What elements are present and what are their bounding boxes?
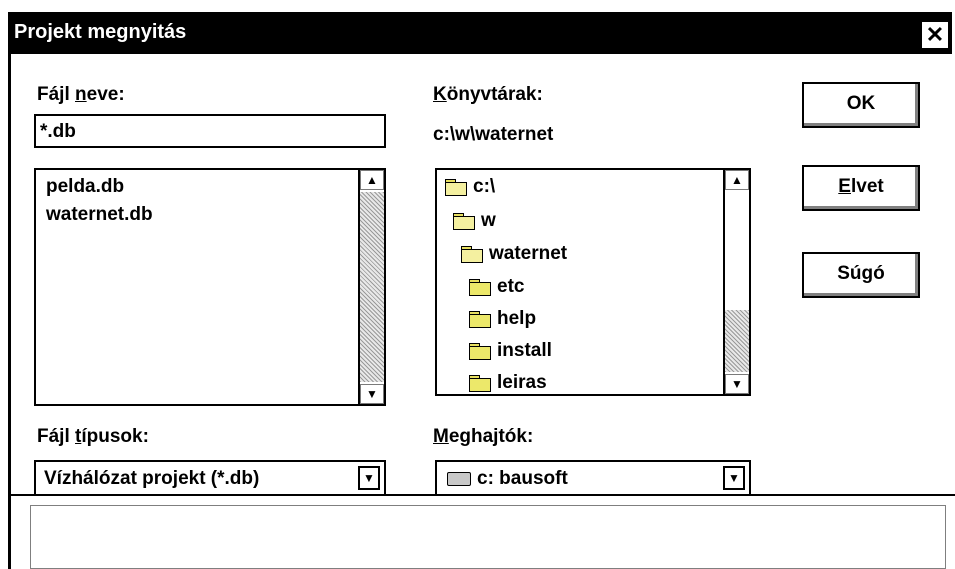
arrow-down-icon: ▼	[731, 377, 743, 391]
filename-label: Fájl neve:	[37, 84, 125, 105]
directory-tree[interactable]: c:\ w waternet etc help install leiras ▲…	[435, 168, 751, 396]
current-path: c:\w\waternet	[433, 124, 554, 145]
arrow-up-icon: ▲	[731, 173, 743, 187]
title-bar: Projekt megnyitás ✕	[8, 12, 952, 54]
chevron-down-icon: ▼	[728, 471, 740, 485]
help-button[interactable]: Súgó	[802, 252, 920, 298]
window-title: Projekt megnyitás	[14, 21, 187, 43]
tree-item-etc[interactable]: etc	[469, 276, 524, 298]
scroll-thumb[interactable]	[725, 190, 749, 310]
tree-item-install[interactable]: install	[469, 340, 552, 362]
ok-button[interactable]: OK	[802, 82, 920, 128]
folder-open-icon	[453, 212, 475, 230]
folder-icon	[469, 374, 491, 392]
directory-scrollbar[interactable]: ▲ ▼	[723, 170, 749, 394]
arrow-up-icon: ▲	[366, 173, 378, 187]
status-bar	[30, 505, 946, 569]
tree-item-w[interactable]: w	[453, 210, 496, 232]
filetypes-label: Fájl típusok:	[37, 426, 149, 447]
folder-open-icon	[461, 245, 483, 263]
tree-item-root[interactable]: c:\	[445, 176, 495, 198]
filename-input[interactable]: *.db	[34, 114, 386, 148]
tree-item-help[interactable]: help	[469, 308, 536, 330]
folder-icon	[469, 342, 491, 360]
drives-label: Meghajtók:	[433, 426, 534, 447]
cancel-button[interactable]: Elvet	[802, 165, 920, 211]
divider	[11, 494, 955, 496]
folder-open-icon	[445, 178, 467, 196]
arrow-down-icon: ▼	[366, 387, 378, 401]
filename-value: *.db	[40, 121, 76, 142]
scroll-up-button[interactable]: ▲	[360, 170, 384, 190]
close-icon: ✕	[925, 22, 945, 47]
drives-select[interactable]: c: bausoft ▼	[435, 460, 751, 496]
scroll-down-button[interactable]: ▼	[725, 374, 749, 394]
list-item[interactable]: pelda.db	[46, 176, 124, 198]
list-item[interactable]: waternet.db	[46, 204, 153, 226]
dropdown-button[interactable]: ▼	[723, 466, 745, 490]
dropdown-button[interactable]: ▼	[358, 466, 380, 490]
scroll-track[interactable]	[360, 192, 384, 382]
drives-selected: c: bausoft	[447, 468, 568, 490]
window-frame-left	[8, 54, 11, 569]
folder-icon	[469, 310, 491, 328]
file-list-scrollbar[interactable]: ▲ ▼	[358, 170, 384, 404]
directories-label: Könyvtárak:	[433, 84, 543, 105]
folder-icon	[469, 278, 491, 296]
scroll-track[interactable]	[725, 310, 749, 372]
file-list[interactable]: pelda.db waternet.db ▲ ▼	[34, 168, 386, 406]
filetypes-selected: Vízhálózat projekt (*.db)	[44, 468, 260, 489]
scroll-up-button[interactable]: ▲	[725, 170, 749, 190]
tree-item-leiras[interactable]: leiras	[469, 372, 547, 394]
close-button[interactable]: ✕	[921, 21, 949, 49]
tree-item-waternet[interactable]: waternet	[461, 243, 567, 265]
filetypes-select[interactable]: Vízhálózat projekt (*.db) ▼	[34, 460, 386, 496]
scroll-down-button[interactable]: ▼	[360, 384, 384, 404]
chevron-down-icon: ▼	[363, 471, 375, 485]
drive-icon	[447, 471, 471, 486]
